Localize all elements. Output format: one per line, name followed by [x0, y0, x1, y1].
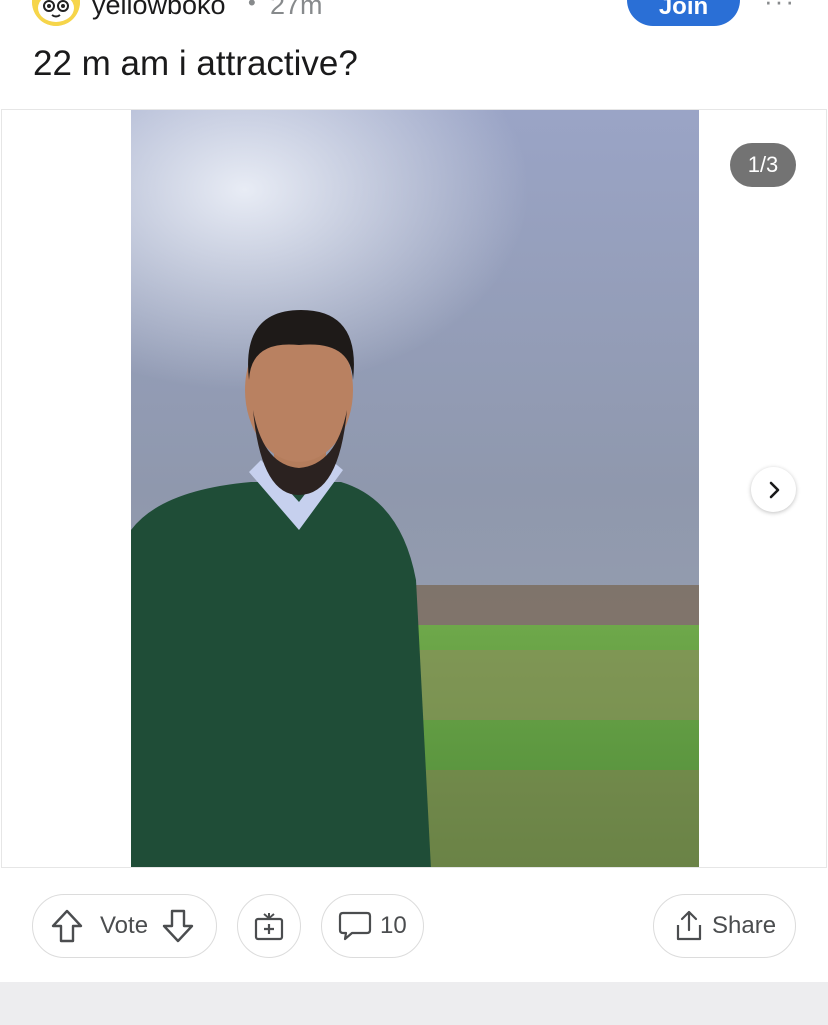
downvote-icon[interactable] — [162, 909, 194, 943]
more-options-button[interactable]: ··· — [764, 0, 800, 16]
vote-control: Vote — [32, 894, 217, 958]
author-name[interactable]: yellowboko — [92, 0, 226, 21]
upvote-icon[interactable] — [51, 909, 83, 943]
share-upload-icon — [674, 910, 704, 942]
comment-count: 10 — [380, 912, 407, 939]
photo-image — [131, 110, 699, 867]
join-button[interactable]: Join — [627, 0, 740, 26]
gallery-counter: 1/3 — [730, 143, 796, 187]
vote-label: Vote — [100, 912, 149, 939]
award-button[interactable] — [237, 894, 301, 958]
feed-divider — [0, 982, 828, 1025]
action-bar: Vote 10 Share — [0, 894, 828, 958]
gallery-photo[interactable] — [131, 110, 699, 867]
author-avatar[interactable] — [32, 0, 80, 26]
comments-button[interactable]: 10 — [321, 894, 424, 958]
post-card: yellowboko • 27m Join ··· 22 m am i attr… — [0, 0, 828, 1025]
chevron-right-icon — [769, 481, 779, 498]
post-age: 27m — [270, 0, 323, 20]
gallery-next-button[interactable] — [751, 467, 796, 512]
media-gallery[interactable]: 1/3 — [1, 109, 827, 868]
post-title[interactable]: 22 m am i attractive? — [33, 44, 358, 84]
snoo-avatar-icon — [32, 0, 80, 26]
award-gift-icon — [254, 913, 284, 941]
post-header: yellowboko • 27m Join ··· — [0, 0, 828, 28]
share-label: Share — [712, 912, 777, 939]
share-button[interactable]: Share — [653, 894, 796, 958]
separator-dot: • — [248, 0, 256, 15]
comment-bubble-icon — [338, 910, 372, 942]
